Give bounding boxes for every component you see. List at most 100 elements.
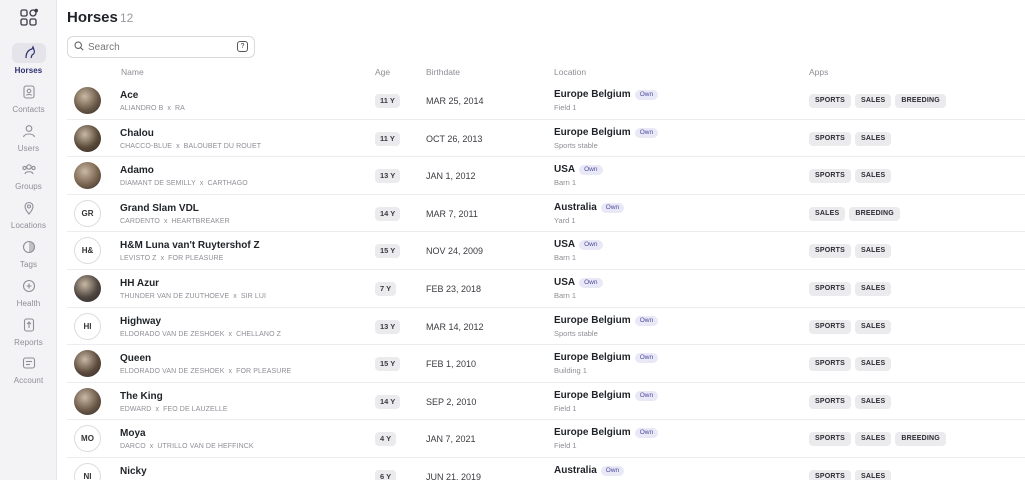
table-row[interactable]: NI Nicky 6 Y JUN 21, 2019 Australia Own SPORTS… — [67, 458, 1025, 480]
column-header-age[interactable]: Age — [375, 67, 390, 77]
horse-name[interactable]: Highway — [120, 316, 161, 327]
horse-name[interactable]: Chalou — [120, 128, 154, 139]
pedigree-separator: x — [167, 105, 172, 112]
horse-name[interactable]: Queen — [120, 353, 151, 364]
app-tag-sports[interactable]: SPORTS — [809, 319, 851, 334]
sidebar-item-locations[interactable]: Locations — [2, 196, 55, 232]
dam-name: BALOUBET DU ROUET — [183, 142, 262, 150]
location: Europe Belgium Own — [554, 89, 659, 100]
pedigree: ELDORADO VAN DE ZESHOEK x FOR PLEASURE — [120, 368, 291, 375]
app-tag-sports[interactable]: SPORTS — [809, 432, 851, 447]
horse-name[interactable]: Ace — [120, 90, 138, 101]
sidebar-item-label: Tags — [19, 260, 38, 269]
horse-name[interactable]: Moya — [120, 428, 146, 439]
app-tag-sports[interactable]: SPORTS — [809, 281, 851, 296]
table-row[interactable]: The King EDWARD x FEO DE LAUZELLE 14 Y SEP 2,… — [67, 383, 1025, 421]
horse-name[interactable]: H&M Luna van't Ruytershof Z — [120, 240, 260, 251]
sidebar-item-groups[interactable]: Groups — [2, 157, 55, 193]
search-input[interactable] — [88, 41, 228, 53]
pedigree: CHACCO-BLUE x BALOUBET DU ROUET — [120, 143, 261, 150]
table-row[interactable]: HH Azur THUNDER VAN DE ZUUTHOEVE x SIR LUI 7… — [67, 270, 1025, 308]
app-tag-sales[interactable]: SALES — [854, 357, 892, 372]
sidebar-item-label: Health — [16, 298, 41, 308]
dam-name: FOR PLEASURE — [168, 255, 224, 263]
app-tag-breeding[interactable]: BREEDING — [895, 94, 946, 108]
location-name: USA — [554, 276, 576, 288]
app-tag-sales[interactable]: SALES — [854, 394, 892, 409]
app-tag-sales[interactable]: SALES — [854, 432, 892, 447]
sidebar-item-horses[interactable]: Horses — [2, 41, 55, 77]
app-tag-sales[interactable]: SALES — [854, 131, 892, 146]
column-header-birthdate[interactable]: Birthdate — [426, 67, 460, 77]
sidebar-item-contacts[interactable]: Contacts — [2, 80, 55, 116]
age-badge: 15 Y — [375, 357, 401, 372]
pedigree: ELDORADO VAN DE ZESHOEK x CHELLANO Z — [120, 331, 281, 338]
sidebar-item-health[interactable]: Health — [2, 274, 55, 310]
age-badge: 13 Y — [375, 169, 401, 184]
horse-name[interactable]: Nicky — [120, 466, 147, 477]
sidebar-item-account[interactable]: Account — [2, 351, 55, 387]
table-row[interactable]: Queen ELDORADO VAN DE ZESHOEK x FOR PLEASUR… — [67, 345, 1025, 383]
own-badge: Own — [634, 390, 659, 401]
horse-name[interactable]: Grand Slam VDL — [120, 203, 199, 214]
table-row[interactable]: Ace ALIANDRO Bx RA 11 Y MAR 25, 2014 Europe B… — [67, 82, 1025, 120]
app-tag-breeding[interactable]: BREEDING — [849, 206, 900, 221]
app-tag-sports[interactable]: SPORTS — [809, 394, 851, 409]
sidebar-item-tags[interactable]: Tags — [2, 235, 55, 271]
avatar-initials: H& — [74, 237, 101, 265]
app-tag-sales[interactable]: SALES — [854, 319, 892, 334]
sidebar-item-users[interactable]: Users — [2, 119, 55, 155]
app-tag-sports[interactable]: SPORTS — [809, 131, 851, 146]
table-row[interactable]: GR Grand Slam VDL CARDENTO x HEARTBREAKER 14 … — [67, 195, 1025, 233]
apps-list: SPORTS SALES — [809, 394, 892, 409]
app-tag-sports[interactable]: SPORTS — [809, 169, 851, 184]
horse-head-icon — [11, 43, 46, 63]
app-tag-sales[interactable]: SALES — [854, 469, 892, 480]
horse-name[interactable]: The King — [120, 391, 163, 402]
pedigree-separator: x — [155, 405, 160, 413]
app-tag-sports[interactable]: SPORTS — [809, 94, 851, 108]
pedigree-separator: x — [228, 368, 233, 376]
avatar-photo — [74, 387, 101, 415]
table-row[interactable]: H& H&M Luna van't Ruytershof Z LEVISTO ZxF… — [67, 232, 1025, 270]
birthdate: JAN 1, 2012 — [426, 171, 476, 182]
table-row[interactable]: Chalou CHACCO-BLUE x BALOUBET DU ROUET 11 Y O… — [67, 120, 1025, 158]
horse-name[interactable]: HH Azur — [120, 278, 159, 289]
column-header-apps[interactable]: Apps — [809, 67, 828, 77]
column-header-name[interactable]: Name — [121, 67, 144, 77]
sire-name: LEVISTO Z — [120, 255, 157, 263]
app-tag-sales[interactable]: SALES — [854, 94, 892, 108]
sidebar-item-label: Account — [13, 376, 44, 386]
own-badge: Own — [634, 428, 659, 439]
location-name: Europe Belgium — [554, 352, 631, 364]
table-row[interactable]: HI Highway ELDORADO VAN DE ZESHOEK x CHELLAN… — [67, 308, 1025, 346]
app-tag-sports[interactable]: SPORTS — [809, 357, 851, 372]
app-tag-sales[interactable]: SALES — [854, 244, 892, 259]
horse-count: 12 — [120, 11, 134, 25]
sidebar-item-reports[interactable]: Reports — [2, 313, 55, 349]
pedigree: ALIANDRO Bx RA — [120, 105, 185, 112]
app-tag-sales[interactable]: SALES — [854, 281, 892, 296]
own-badge: Own — [634, 90, 659, 100]
app-tag-sports[interactable]: SPORTS — [809, 244, 851, 259]
apps-grid-icon[interactable] — [19, 8, 39, 28]
table-row[interactable]: MO Moya DARCO x UTRILLO VAN DE HEFFINCK 4 Y JA… — [67, 420, 1025, 458]
sidebar-item-label: Horses — [14, 66, 43, 75]
horse-name[interactable]: Adamo — [120, 165, 154, 176]
location: Australia Own — [554, 202, 625, 213]
pedigree-separator: x — [160, 255, 165, 263]
app-tag-sports[interactable]: SPORTS — [809, 469, 851, 480]
search-box[interactable]: ? — [67, 36, 255, 58]
column-header-location[interactable]: Location — [554, 67, 586, 77]
table-row[interactable]: Adamo DIAMANT DE SEMILLY x CARTHAGO 13 Y JAN … — [67, 157, 1025, 195]
location-pin-icon — [12, 198, 46, 218]
app-tag-sales[interactable]: SALES — [809, 206, 846, 221]
help-key-icon[interactable]: ? — [237, 41, 248, 52]
sublocation: Barn 1 — [554, 253, 577, 263]
location-name: Europe Belgium — [554, 314, 631, 326]
app-tag-sales[interactable]: SALES — [854, 169, 892, 184]
dam-name: FEO DE LAUZELLE — [163, 405, 228, 413]
avatar-photo — [74, 87, 101, 114]
app-tag-breeding[interactable]: BREEDING — [895, 432, 946, 447]
pedigree-separator: x — [199, 180, 204, 188]
